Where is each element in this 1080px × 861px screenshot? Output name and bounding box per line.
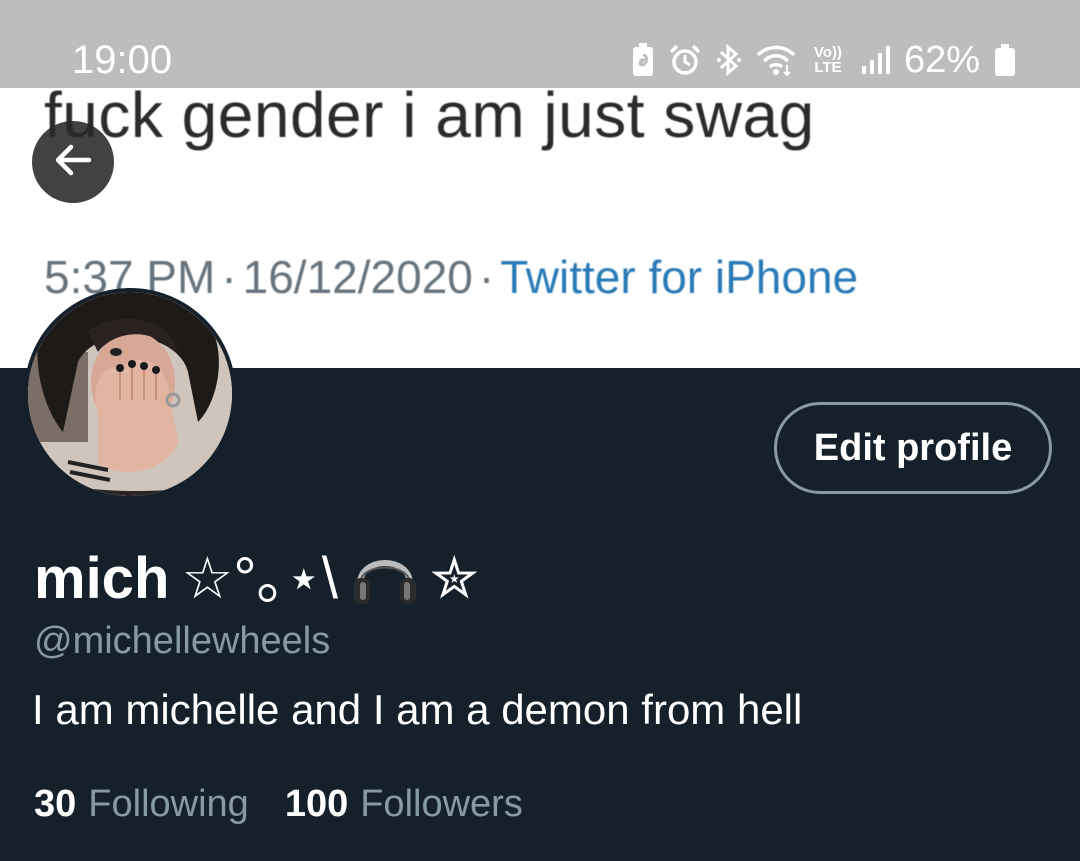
profile-stats: 30 Following 100 Followers (34, 780, 523, 828)
battery-saver-icon (632, 43, 654, 77)
bio: I am michelle and I am a demon from hell (32, 686, 803, 733)
handle: @michellewheels (34, 620, 331, 662)
followers-label: Followers (360, 783, 523, 825)
signal-icon (860, 44, 890, 76)
back-arrow-icon (51, 138, 95, 187)
separator-dot: · (478, 251, 495, 303)
back-button[interactable] (32, 121, 114, 203)
following-count: 30 (34, 783, 77, 825)
bluetooth-icon (716, 42, 742, 78)
battery-icon (994, 43, 1016, 77)
avatar[interactable] (24, 288, 236, 500)
network-indicator: Vo)) LTE (813, 44, 842, 76)
edit-profile-button[interactable]: Edit profile (774, 402, 1052, 494)
banner-tweet-source: Twitter for iPhone (500, 251, 859, 303)
display-name: mich ☆°｡⋆\ ✮ (34, 544, 479, 622)
followers-link[interactable]: 100 Followers (285, 780, 523, 828)
alarm-icon (668, 43, 702, 77)
profile-screen: fuck gender i am just swag 5:37 PM · 16/12… (0, 0, 1080, 861)
name-decoration: ☆°｡⋆\ (181, 546, 338, 611)
display-name-text: mich (34, 546, 170, 611)
headphones-icon (352, 544, 418, 622)
battery-percentage: 62% (903, 39, 980, 81)
status-bar: 19:00 Vo)) LTE 62% (0, 0, 1080, 88)
separator-dot: · (221, 251, 237, 303)
status-time: 19:00 (72, 38, 173, 82)
following-label: Following (88, 783, 249, 825)
followers-count: 100 (284, 783, 349, 825)
following-link[interactable]: 30 Following (34, 780, 249, 828)
wifi-icon (756, 43, 796, 77)
banner-tweet-text: fuck gender i am just swag (44, 79, 815, 151)
name-star: ✮ (430, 546, 479, 611)
banner-tweet-date: 16/12/2020 (242, 251, 473, 303)
avatar-photo (28, 292, 232, 496)
status-icons: Vo)) LTE 62% (632, 34, 1016, 86)
